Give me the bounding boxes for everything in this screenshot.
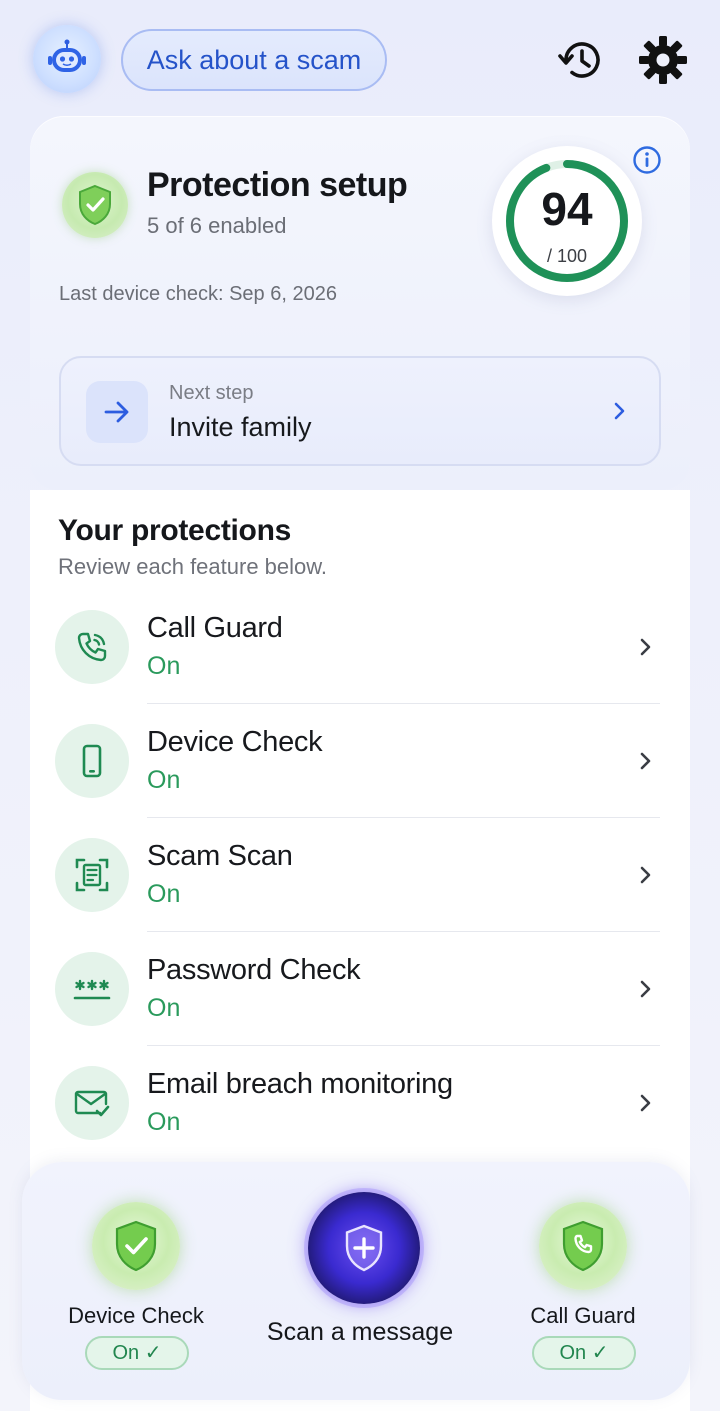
gear-icon[interactable]: [637, 34, 689, 86]
protection-status: On: [147, 994, 181, 1022]
shield-check-icon: [92, 1202, 180, 1290]
info-icon[interactable]: [632, 145, 662, 175]
next-step-value: Invite family: [169, 412, 312, 442]
protections-subtitle: Review each feature below.: [58, 554, 328, 579]
chevron-right-icon: [638, 636, 654, 658]
top-bar: Ask about a scam: [0, 0, 720, 116]
last-device-check: Last device check: Sep 6, 2026: [59, 283, 337, 305]
protection-row-device-check[interactable]: Device Check On: [30, 704, 690, 818]
protection-status: On: [147, 1108, 181, 1136]
arrow-right-icon: [86, 381, 148, 443]
chevron-right-icon: [638, 1092, 654, 1114]
mail-check-icon: [55, 1066, 129, 1140]
chevron-right-icon: [638, 978, 654, 1000]
protection-setup-card: Protection setup 5 of 6 enabled Last dev…: [30, 116, 690, 490]
enabled-count: 5 of 6 enabled: [147, 213, 287, 238]
protection-name: Password Check: [147, 954, 361, 986]
dock-call-guard-status: On ✓: [532, 1336, 636, 1370]
scan-document-icon: [55, 838, 129, 912]
protection-score-ring: 94 / 100: [492, 146, 642, 296]
history-icon[interactable]: [556, 36, 608, 84]
protection-status: On: [147, 766, 181, 794]
smartphone-icon: [55, 724, 129, 798]
protection-setup-title: Protection setup: [147, 166, 408, 204]
protection-row-call-guard[interactable]: Call Guard On: [30, 590, 690, 704]
protections-title: Your protections: [58, 514, 291, 547]
shield-plus-icon: [345, 1224, 383, 1272]
chevron-right-icon: [638, 750, 654, 772]
password-icon: [55, 952, 129, 1026]
protection-row-scam-scan[interactable]: Scam Scan On: [30, 818, 690, 932]
phone-call-icon: [55, 610, 129, 684]
score-max: / 100: [546, 246, 588, 266]
protection-row-email-breach[interactable]: Email breach monitoring On: [30, 1046, 690, 1160]
protection-name: Device Check: [147, 726, 323, 758]
shield-check-icon: [62, 172, 128, 238]
ask-about-scam-button[interactable]: Ask about a scam: [121, 29, 387, 91]
protection-status: On: [147, 652, 181, 680]
chevron-right-icon: [638, 864, 654, 886]
protection-status: On: [147, 880, 181, 908]
scan-message-button[interactable]: [308, 1192, 420, 1304]
shield-phone-icon: [539, 1202, 627, 1290]
next-step-label: Next step: [169, 382, 254, 404]
dock-device-check[interactable]: Device Check On ✓: [22, 1162, 252, 1400]
dock-call-guard[interactable]: Call Guard On ✓: [468, 1162, 698, 1400]
protection-name: Scam Scan: [147, 840, 293, 872]
next-step-invite-family[interactable]: Next step Invite family: [59, 356, 661, 466]
chevron-right-icon: [609, 398, 631, 424]
protection-name: Call Guard: [147, 612, 283, 644]
assistant-bot-icon[interactable]: [33, 25, 101, 93]
protection-row-password-check[interactable]: Password Check On: [30, 932, 690, 1046]
score-value: 94: [541, 183, 593, 235]
bottom-dock: Device Check On ✓ Scan a message Call Gu…: [22, 1162, 690, 1400]
protection-name: Email breach monitoring: [147, 1068, 453, 1100]
dock-call-guard-label: Call Guard: [530, 1303, 636, 1328]
